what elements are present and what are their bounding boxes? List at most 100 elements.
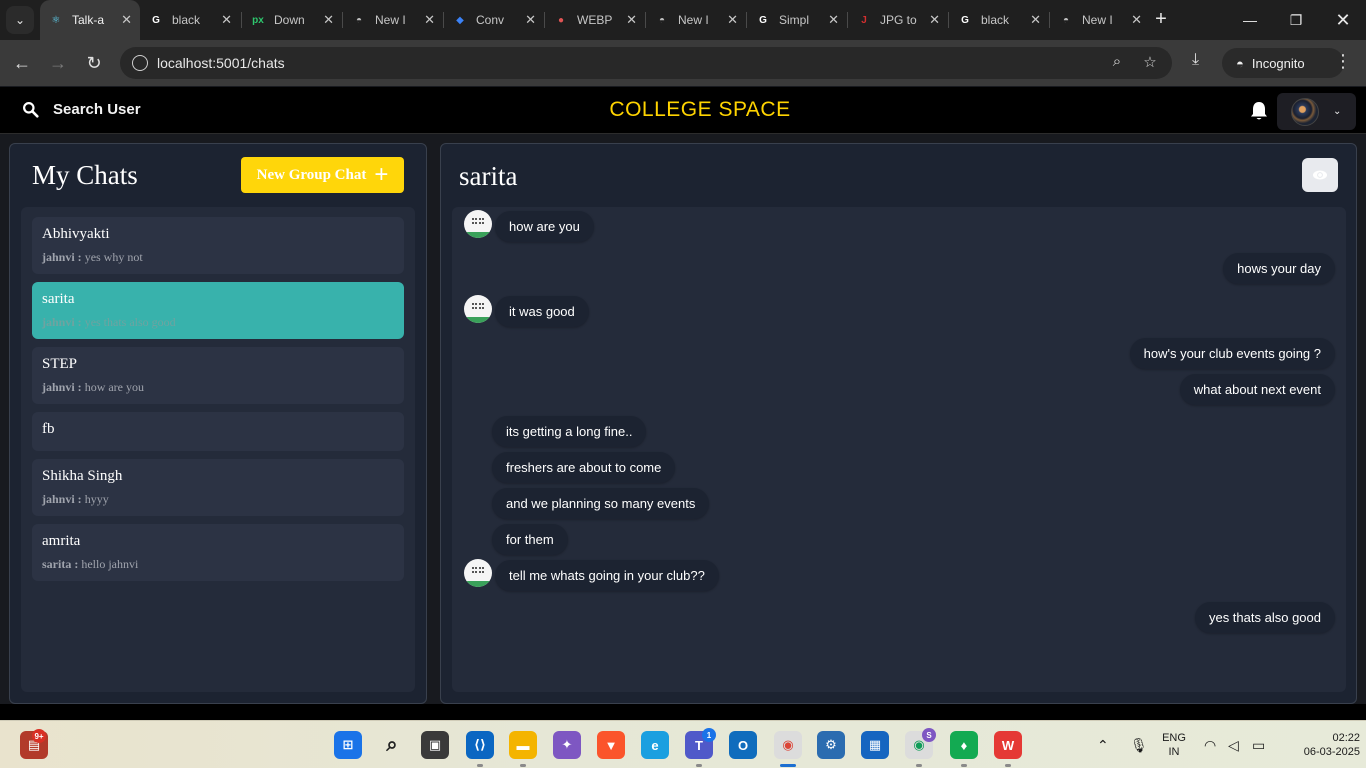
edge-icon[interactable]: e bbox=[641, 731, 669, 759]
site-info-icon[interactable] bbox=[132, 55, 148, 71]
close-tab-icon[interactable]: ✕ bbox=[525, 12, 536, 28]
browser-tab[interactable]: ◓ New I ✕ bbox=[1050, 6, 1150, 34]
sender-avatar[interactable] bbox=[464, 559, 492, 587]
close-tab-icon[interactable]: ✕ bbox=[929, 12, 940, 28]
chat-latest-message: jahnvi : yes why not bbox=[42, 250, 394, 265]
copilot-icon[interactable]: ✦ bbox=[553, 731, 581, 759]
new-group-chat-button[interactable]: New Group Chat + bbox=[241, 157, 404, 193]
sent-message-bubble: how's your club events going ? bbox=[1129, 338, 1335, 369]
browser-tab[interactable]: G Simpl ✕ bbox=[747, 6, 847, 34]
close-tab-icon[interactable]: ✕ bbox=[1131, 12, 1142, 28]
close-window-icon[interactable]: ✕ bbox=[1331, 8, 1355, 32]
zoom-icon[interactable]: ⌕ bbox=[1106, 53, 1128, 73]
messages-area[interactable]: how are you hows your day it was good how's… bbox=[452, 207, 1346, 692]
browser-tab-strip: ⌄ ⚛ Talk-a ✕ Gblack ✕ px Down ✕ ◓ New I ✕ ◆ Conv ✕ ● WE… bbox=[0, 0, 1366, 40]
chat-latest-sender: jahnvi : bbox=[42, 380, 82, 394]
microphone-icon[interactable]: 🎙 bbox=[1130, 737, 1148, 754]
clock[interactable]: 02:22 06-03-2025 bbox=[1278, 731, 1360, 759]
browser-menu-icon[interactable]: ⋮ bbox=[1334, 51, 1352, 72]
tab-search-button[interactable]: ⌄ bbox=[6, 6, 34, 34]
profile-menu-button[interactable]: ⌄ bbox=[1277, 93, 1356, 130]
bookmark-star-icon[interactable]: ☆ bbox=[1139, 53, 1161, 73]
close-tab-icon[interactable]: ✕ bbox=[727, 12, 738, 28]
chat-list-item[interactable]: Shikha Singh jahnvi : hyyy bbox=[32, 459, 404, 516]
minimize-icon[interactable]: — bbox=[1238, 8, 1262, 32]
close-tab-icon[interactable]: ✕ bbox=[323, 12, 334, 28]
bell-icon[interactable] bbox=[1250, 101, 1268, 121]
tab-separator bbox=[443, 12, 444, 28]
battery-icon[interactable]: ▭ bbox=[1252, 737, 1265, 754]
volume-icon[interactable]: ◁ bbox=[1228, 737, 1239, 754]
browser-tab[interactable]: px Down ✕ bbox=[242, 6, 342, 34]
chat-list-item[interactable]: sarita jahnvi : yes thats also good bbox=[32, 282, 404, 339]
chat-list-item[interactable]: fb bbox=[32, 412, 404, 451]
tab-separator bbox=[241, 12, 242, 28]
reload-button[interactable]: ↻ bbox=[81, 50, 107, 76]
pixabay-icon: px bbox=[252, 14, 264, 26]
chrome-icon[interactable]: ◉ bbox=[774, 731, 802, 759]
outlook-icon[interactable]: O bbox=[729, 731, 757, 759]
browser-tab[interactable]: Gblack ✕ bbox=[140, 6, 240, 34]
file-explorer-icon[interactable]: ▬ bbox=[509, 731, 537, 759]
control-panel-icon[interactable]: ⚙ bbox=[817, 731, 845, 759]
chat-latest-text: yes thats also good bbox=[84, 315, 176, 329]
incognito-icon: ◓ bbox=[1062, 14, 1070, 26]
close-tab-icon[interactable]: ✕ bbox=[424, 12, 435, 28]
received-message-bubble: its getting a long fine.. bbox=[492, 416, 647, 447]
wps-office-icon[interactable]: W bbox=[994, 731, 1022, 759]
wifi-icon[interactable]: ◠ bbox=[1204, 737, 1216, 754]
tab-title: Down bbox=[274, 13, 305, 27]
search-taskbar-icon[interactable]: ⌕ bbox=[378, 731, 406, 759]
browser-tab[interactable]: ⚛ Talk-a ✕ bbox=[40, 0, 140, 40]
clock-date: 06-03-2025 bbox=[1303, 746, 1360, 758]
close-tab-icon[interactable]: ✕ bbox=[221, 12, 232, 28]
chat-latest-sender: sarita : bbox=[42, 557, 79, 571]
tab-separator bbox=[847, 12, 848, 28]
browser-tab[interactable]: ● WEBP ✕ bbox=[545, 6, 645, 34]
sender-avatar[interactable] bbox=[464, 210, 492, 238]
chevron-up-icon[interactable]: ⌃ bbox=[1097, 737, 1109, 754]
browser-tab[interactable]: ◓ New I ✕ bbox=[646, 6, 746, 34]
forward-button[interactable]: → bbox=[45, 50, 71, 76]
chat-list-item[interactable]: Abhivyakti jahnvi : yes why not bbox=[32, 217, 404, 274]
sender-avatar[interactable] bbox=[464, 295, 492, 323]
browser-tab[interactable]: Gblack ✕ bbox=[949, 6, 1049, 34]
brand-title: COLLEGE SPACE bbox=[609, 98, 791, 121]
chrome-profile-badge: S bbox=[922, 728, 936, 742]
language-indicator[interactable]: ENG IN bbox=[1158, 731, 1190, 759]
store-icon[interactable]: ▦ bbox=[861, 731, 889, 759]
chat-latest-text: hello jahnvi bbox=[81, 557, 139, 571]
view-profile-button[interactable] bbox=[1302, 158, 1338, 192]
task-view-icon[interactable]: ▣ bbox=[421, 731, 449, 759]
chat-latest-sender: jahnvi : bbox=[42, 492, 82, 506]
windows-start-icon[interactable]: ⊞ bbox=[334, 731, 362, 759]
chat-list-item[interactable]: STEP jahnvi : how are you bbox=[32, 347, 404, 404]
incognito-icon: ◓ bbox=[355, 14, 363, 26]
new-group-chat-label: New Group Chat bbox=[256, 166, 367, 183]
close-tab-icon[interactable]: ✕ bbox=[1030, 12, 1041, 28]
chat-list-item[interactable]: amrita sarita : hello jahnvi bbox=[32, 524, 404, 581]
browser-tab[interactable]: ◆ Conv ✕ bbox=[444, 6, 544, 34]
avatar-pattern bbox=[472, 303, 484, 309]
restore-icon[interactable]: ❐ bbox=[1284, 8, 1308, 32]
vscode-icon[interactable]: ⟨⟩ bbox=[466, 731, 494, 759]
react-icon: ⚛ bbox=[51, 14, 61, 26]
back-button[interactable]: ← bbox=[9, 50, 35, 76]
browser-tab[interactable]: J JPG to ✕ bbox=[848, 6, 948, 34]
address-bar[interactable]: localhost:5001/chats ⌕ ☆ bbox=[120, 47, 1172, 79]
close-tab-icon[interactable]: ✕ bbox=[121, 12, 132, 28]
chat-latest-message: jahnvi : how are you bbox=[42, 380, 394, 395]
conversation-title: sarita bbox=[459, 161, 518, 191]
download-icon[interactable]: ⤓ bbox=[1192, 51, 1199, 69]
brave-icon[interactable]: ▼ bbox=[597, 731, 625, 759]
mongodb-icon[interactable]: ♦ bbox=[950, 731, 978, 759]
close-tab-icon[interactable]: ✕ bbox=[828, 12, 839, 28]
browser-tab[interactable]: ◓ New I ✕ bbox=[343, 6, 443, 34]
tab-separator bbox=[948, 12, 949, 28]
new-tab-button[interactable]: + bbox=[1150, 8, 1172, 30]
chat-latest-message: jahnvi : hyyy bbox=[42, 492, 394, 507]
chat-name: amrita bbox=[42, 533, 81, 549]
incognito-indicator[interactable]: ◓ Incognito bbox=[1222, 48, 1344, 78]
close-tab-icon[interactable]: ✕ bbox=[626, 12, 637, 28]
tab-title: WEBP bbox=[577, 13, 613, 27]
